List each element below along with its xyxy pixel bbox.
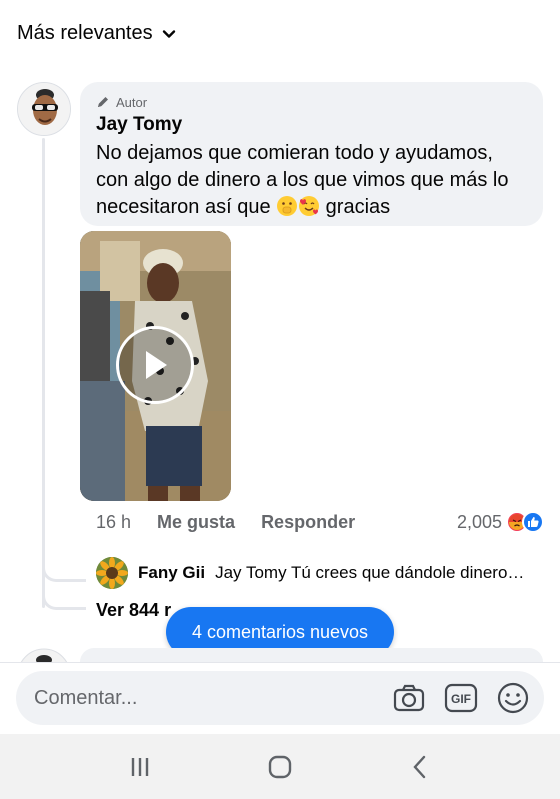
comment-text-end: gracias: [320, 196, 391, 218]
comment-timestamp[interactable]: 16 h: [96, 512, 131, 533]
reply-preview[interactable]: Fany Gii Jay Tomy Tú crees que dándole d…: [96, 557, 544, 589]
play-icon: [146, 351, 167, 379]
home-icon[interactable]: [266, 753, 294, 781]
author-avatar-image: [18, 83, 70, 135]
sort-label: Más relevantes: [17, 22, 153, 44]
chevron-down-icon: [162, 29, 175, 38]
reply-author-name[interactable]: Fany Gii: [138, 563, 205, 583]
video-attachment[interactable]: [80, 231, 231, 501]
system-navigation-bar: [0, 734, 560, 799]
smiling-face-with-hearts-emoji: [299, 196, 320, 216]
back-icon[interactable]: [406, 753, 434, 781]
svg-text:GIF: GIF: [451, 692, 471, 706]
reply-button[interactable]: Responder: [261, 512, 355, 533]
view-more-replies[interactable]: Ver 844 r: [96, 600, 171, 621]
camera-icon[interactable]: [392, 681, 426, 715]
comment-text: No dejamos que comieran todo y ayudamos,…: [96, 140, 527, 221]
reply-avatar-image: [96, 557, 128, 589]
avatar[interactable]: [96, 557, 128, 589]
sort-dropdown[interactable]: Más relevantes: [17, 22, 177, 45]
avatar[interactable]: [17, 82, 71, 136]
play-button[interactable]: [116, 326, 194, 404]
reaction-count: 2,005: [456, 511, 502, 532]
reaction-icons: [506, 511, 544, 533]
thread-line: [42, 138, 45, 608]
comment-input[interactable]: [34, 686, 392, 710]
author-badge-label: Autor: [116, 94, 148, 110]
like-reaction-icon: [522, 511, 544, 533]
reply-text: Jay Tomy Tú crees que dándole dinero…: [215, 563, 525, 582]
comment-actions: 16 h Me gusta Responder 2,005: [96, 510, 544, 534]
emoji-icon[interactable]: [496, 681, 530, 715]
hand-over-mouth-emoji: [277, 196, 298, 216]
reaction-summary[interactable]: 2,005: [457, 511, 544, 533]
comment-author-name[interactable]: Jay Tomy: [96, 114, 527, 136]
next-comment-bubble: [80, 648, 543, 662]
comment-bubble[interactable]: Autor Jay Tomy No dejamos que comieran t…: [80, 82, 543, 226]
like-button[interactable]: Me gusta: [157, 512, 235, 533]
composer-actions: GIF: [392, 681, 530, 715]
comment-field[interactable]: GIF: [16, 671, 544, 725]
author-badge: Autor: [96, 94, 527, 110]
comment-composer: GIF: [0, 662, 560, 734]
recents-icon[interactable]: [126, 753, 154, 781]
thread-connector-more: [42, 560, 86, 610]
gif-icon[interactable]: GIF: [444, 681, 478, 715]
pencil-icon: [98, 97, 108, 107]
